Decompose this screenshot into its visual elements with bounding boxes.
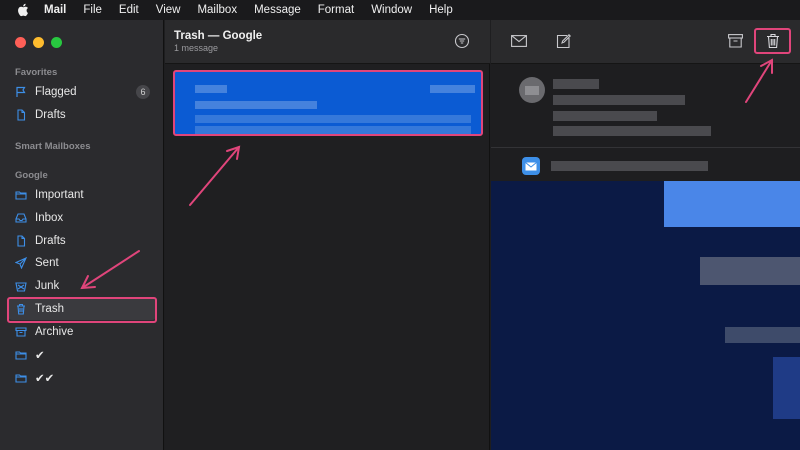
redacted-text-block — [725, 327, 800, 343]
menu-mail[interactable]: Mail — [44, 4, 66, 16]
menu-bar: Mail File Edit View Mailbox Message Form… — [0, 0, 800, 20]
message-list-header: Trash — Google 1 message — [165, 20, 490, 64]
sidebar-item-label: Flagged — [35, 86, 77, 98]
message-count: 1 message — [174, 43, 219, 53]
sidebar-item-label: Drafts — [35, 235, 66, 247]
sidebar-item-flagged[interactable]: Flagged 6 — [8, 81, 156, 103]
close-window-button[interactable] — [15, 37, 26, 48]
sidebar-item-sent[interactable]: Sent — [8, 252, 156, 274]
folder-icon — [15, 372, 27, 384]
sidebar-item-inbox[interactable]: Inbox — [8, 207, 156, 229]
menu-edit[interactable]: Edit — [119, 4, 139, 16]
sidebar-item-label: Junk — [35, 280, 60, 292]
sidebar-item-label: ✔✔ — [35, 373, 55, 385]
folder-icon — [15, 189, 27, 201]
sidebar-item-junk[interactable]: Junk — [8, 275, 156, 297]
redacted-text-block — [700, 257, 800, 285]
archive-icon — [15, 326, 27, 338]
smart-mailboxes-label: Smart Mailboxes — [15, 141, 91, 152]
archive-icon[interactable] — [726, 32, 744, 50]
filter-icon[interactable] — [454, 33, 470, 49]
sidebar-item-label: Important — [35, 189, 84, 201]
mail-app-icon — [522, 157, 540, 175]
redacted-preview — [195, 126, 471, 134]
apple-icon[interactable] — [16, 3, 30, 17]
sidebar-item-important[interactable]: Important — [8, 184, 156, 206]
sidebar-item-label: Archive — [35, 326, 74, 338]
menu-message[interactable]: Message — [254, 4, 301, 16]
header-divider — [491, 147, 800, 148]
google-account-label: Google — [15, 170, 48, 181]
message-list: Trash — Google 1 message — [165, 20, 490, 450]
document-icon — [15, 235, 27, 247]
sidebar-item-drafts[interactable]: Drafts — [8, 230, 156, 252]
trash-annotation-box — [7, 297, 157, 323]
menu-format[interactable]: Format — [318, 4, 354, 16]
redacted-sender — [195, 85, 227, 93]
redacted-banner-text — [551, 161, 708, 171]
menu-view[interactable]: View — [156, 4, 181, 16]
message-viewer — [491, 20, 800, 450]
redacted-preview — [195, 115, 471, 123]
compose-icon[interactable] — [554, 32, 572, 50]
zoom-window-button[interactable] — [51, 37, 62, 48]
window-controls — [15, 37, 62, 48]
menu-mailbox[interactable]: Mailbox — [197, 4, 237, 16]
sidebar-item-label: Sent — [35, 257, 59, 269]
sidebar-item-label: Inbox — [35, 212, 64, 224]
minimize-window-button[interactable] — [33, 37, 44, 48]
sidebar: Favorites Flagged 6 Drafts Smart Mailbox… — [0, 20, 164, 450]
redacted-image-block — [773, 357, 800, 419]
sidebar-item-drafts-favorite[interactable]: Drafts — [8, 104, 156, 126]
sidebar-item-check-folder[interactable]: ✔ — [8, 344, 156, 366]
junk-icon — [15, 280, 27, 292]
favorites-label: Favorites — [15, 67, 58, 78]
viewer-toolbar — [491, 20, 800, 64]
sidebar-item-double-check-folder[interactable]: ✔✔ — [8, 367, 156, 389]
redacted-date — [430, 85, 475, 93]
menu-file[interactable]: File — [83, 4, 102, 16]
sidebar-item-archive[interactable]: Archive — [8, 321, 156, 343]
redacted-sender — [553, 79, 599, 89]
menu-help[interactable]: Help — [429, 4, 453, 16]
redacted-header-block — [664, 181, 800, 227]
paperplane-icon — [15, 257, 27, 269]
message-list-item[interactable] — [173, 70, 483, 136]
redacted-detail — [553, 111, 657, 121]
inbox-icon — [15, 212, 27, 224]
sidebar-item-label: Drafts — [35, 109, 66, 121]
folder-icon — [15, 349, 27, 361]
document-icon — [15, 109, 27, 121]
delete-annotation-box — [754, 28, 791, 54]
mailbox-title: Trash — Google — [174, 30, 263, 42]
sidebar-item-label: ✔ — [35, 350, 45, 362]
redacted-subject — [195, 101, 317, 109]
redacted-detail — [553, 126, 711, 136]
unread-count-badge: 6 — [136, 85, 150, 99]
get-mail-icon[interactable] — [510, 32, 528, 50]
menu-window[interactable]: Window — [371, 4, 412, 16]
message-body — [491, 181, 800, 450]
avatar — [519, 77, 545, 103]
redacted-detail — [553, 95, 685, 105]
mail-window: Favorites Flagged 6 Drafts Smart Mailbox… — [0, 20, 800, 450]
flag-icon — [15, 86, 27, 98]
